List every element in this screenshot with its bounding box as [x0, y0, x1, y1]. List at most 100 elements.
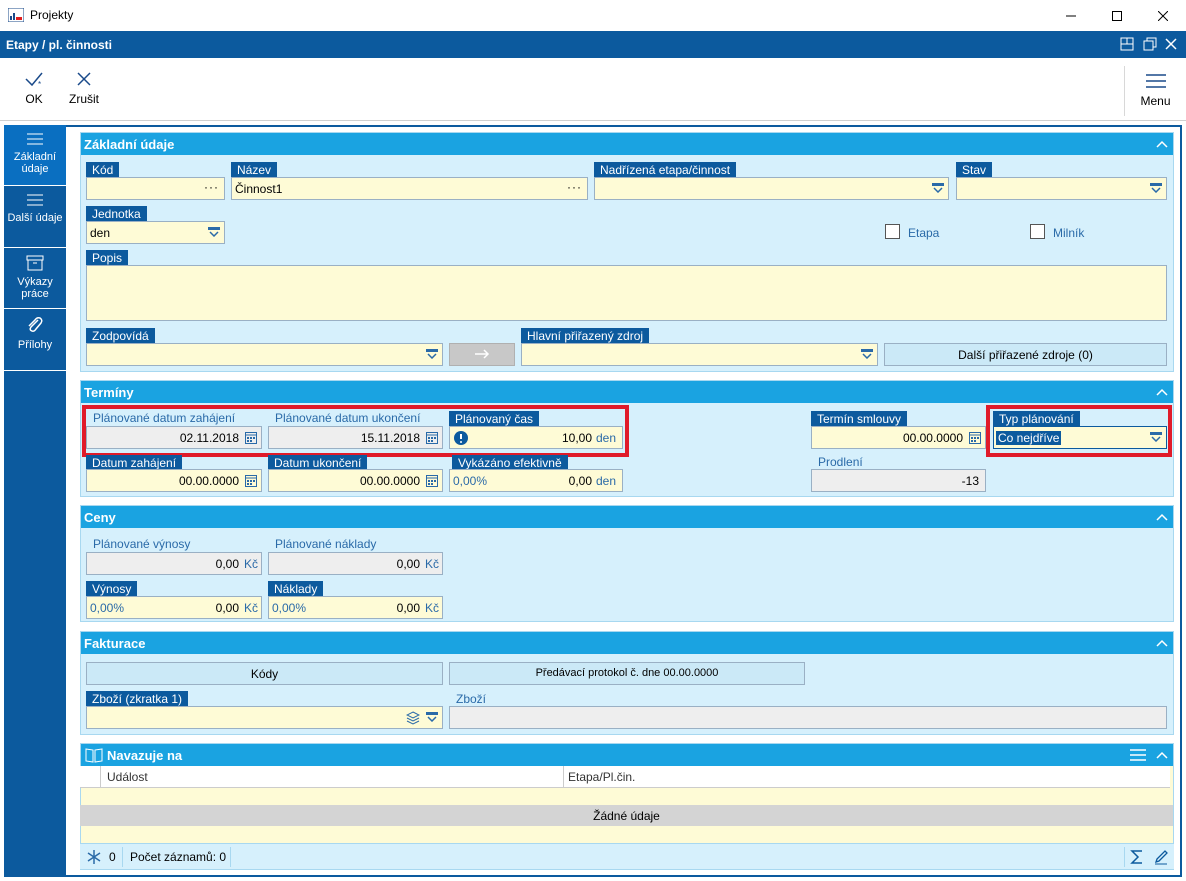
dropdown-icon[interactable]: [932, 183, 944, 193]
grid-header: Událost Etapa/Pl.čin.: [80, 766, 1170, 788]
minimize-icon: [1066, 15, 1076, 16]
minimize-button[interactable]: [1048, 0, 1094, 31]
footer-count: 0: [109, 850, 116, 864]
nazev-label: Název: [231, 162, 278, 177]
cancel-button[interactable]: Zrušit: [64, 70, 104, 116]
start-label: Datum zahájení: [86, 455, 183, 470]
nazev-field[interactable]: Činnost1 ···: [231, 177, 588, 200]
vykazano-pct: 0,00%: [453, 474, 488, 488]
naklady-field[interactable]: 0,00% 0,00 Kč: [268, 596, 443, 619]
cancel-x-icon: [77, 72, 91, 86]
calendar-icon[interactable]: [969, 431, 981, 444]
toolbar: * OK Zrušit Menu: [0, 58, 1186, 121]
close-form-icon[interactable]: [1164, 37, 1178, 51]
maximize-button[interactable]: [1094, 0, 1140, 31]
zbozi-zkratka-field[interactable]: [86, 706, 443, 729]
vynosy-pct: 0,00%: [90, 601, 125, 615]
snowflake-icon[interactable]: [86, 849, 102, 865]
sum-icon[interactable]: [1130, 849, 1144, 865]
zdroj-label: Hlavní přiřazený zdroj: [521, 328, 650, 343]
zdroj-field[interactable]: [521, 343, 878, 366]
milnik-label: Milník: [1053, 226, 1085, 240]
kod-field[interactable]: ···: [86, 177, 225, 200]
protokol-button[interactable]: Předávací protokol č. dne 00.00.0000: [449, 662, 805, 685]
dropdown-icon[interactable]: [861, 349, 873, 359]
kody-button[interactable]: Kódy: [86, 662, 443, 685]
layers-icon[interactable]: [406, 711, 420, 725]
window-title: Projekty: [30, 8, 74, 22]
naklady-label: Náklady: [268, 581, 324, 596]
app-icon: [8, 8, 24, 22]
chevron-up-icon[interactable]: [1155, 636, 1169, 650]
section-header: Fakturace: [81, 632, 1173, 654]
dropdown-icon[interactable]: [1150, 183, 1162, 193]
nazev-value: Činnost1: [235, 182, 283, 196]
etapa-checkbox[interactable]: [885, 224, 900, 239]
stav-field[interactable]: [956, 177, 1167, 200]
assign-arrow-button[interactable]: [449, 343, 515, 366]
list-icon: [27, 133, 43, 145]
vynosy-value: 0,00: [215, 601, 239, 615]
hamburger-icon[interactable]: [1129, 748, 1147, 762]
list-icon: [27, 194, 43, 206]
sidebar-item-vykazy-prace[interactable]: Výkazy práce: [4, 248, 66, 309]
naklady-value: 0,00: [396, 601, 420, 615]
popis-field[interactable]: [86, 265, 1167, 321]
ellipsis-icon[interactable]: ···: [567, 180, 582, 194]
chevron-up-icon[interactable]: [1155, 385, 1169, 399]
section-title: Termíny: [84, 385, 134, 400]
vynosy-field[interactable]: 0,00% 0,00 Kč: [86, 596, 262, 619]
naklady-pct: 0,00%: [272, 601, 307, 615]
column-header-udalost[interactable]: Událost: [107, 770, 148, 784]
chevron-up-icon[interactable]: [1155, 137, 1169, 151]
empty-row: Žádné údaje: [80, 805, 1173, 826]
pencil-icon[interactable]: [1153, 849, 1169, 865]
section-title: Základní údaje: [84, 137, 175, 152]
dropdown-icon[interactable]: [426, 712, 438, 722]
sidebar-item-prilohy[interactable]: Přílohy: [4, 309, 66, 371]
close-button[interactable]: [1140, 0, 1186, 31]
svg-text:*: *: [38, 80, 41, 88]
ellipsis-icon[interactable]: ···: [204, 180, 219, 194]
start-field[interactable]: 00.00.0000: [86, 469, 262, 492]
hamburger-icon: [1145, 74, 1166, 88]
paperclip-icon: [28, 317, 43, 332]
chevron-up-icon[interactable]: [1155, 510, 1169, 524]
sidebar-item-zakladni-udaje[interactable]: Základní údaje: [4, 125, 66, 186]
sidebar: Základní údaje Další údaje Výkazy práce …: [4, 125, 66, 877]
termin-smlouvy-value: 00.00.0000: [902, 431, 963, 445]
popis-label: Popis: [86, 250, 129, 265]
dropdown-icon[interactable]: [208, 227, 220, 237]
archive-box-icon: [26, 255, 44, 271]
ok-label: OK: [25, 92, 43, 106]
parent-field[interactable]: [594, 177, 949, 200]
restore-icon[interactable]: [1143, 37, 1157, 51]
calendar-icon[interactable]: [426, 474, 438, 487]
chevron-up-icon[interactable]: [1155, 748, 1169, 762]
dropdown-icon[interactable]: [426, 349, 438, 359]
sidebar-item-dalsi-udaje[interactable]: Další údaje: [4, 186, 66, 248]
window-titlebar: Projekty: [0, 0, 1186, 31]
book-icon: [85, 748, 103, 763]
jednotka-field[interactable]: den: [86, 221, 225, 244]
currency-label: Kč: [424, 601, 439, 615]
dalsi-zdroje-button[interactable]: Další přiřazené zdroje (0): [884, 343, 1167, 366]
milnik-checkbox[interactable]: [1030, 224, 1045, 239]
section-header: Termíny: [81, 381, 1173, 403]
form-title: Etapy / pl. činnosti: [6, 38, 113, 52]
zbozi-label: Zboží: [456, 692, 487, 706]
menu-button[interactable]: Menu: [1124, 66, 1186, 116]
menu-label: Menu: [1140, 94, 1171, 108]
end-field[interactable]: 00.00.0000: [268, 469, 443, 492]
column-header-etapa[interactable]: Etapa/Pl.čin.: [568, 770, 635, 784]
calendar-icon[interactable]: [245, 474, 257, 487]
section-header: Navazuje na: [81, 744, 1173, 766]
dock-icon[interactable]: [1120, 37, 1134, 51]
ok-button[interactable]: * OK: [14, 70, 54, 116]
sidebar-item-label: Další údaje: [7, 212, 63, 224]
zodpovida-field[interactable]: [86, 343, 443, 366]
currency-label: Kč: [243, 557, 258, 571]
termin-smlouvy-field[interactable]: 00.00.0000: [811, 426, 986, 449]
close-icon: [1158, 10, 1168, 21]
vykazano-field[interactable]: 0,00% 0,00 den: [449, 469, 623, 492]
